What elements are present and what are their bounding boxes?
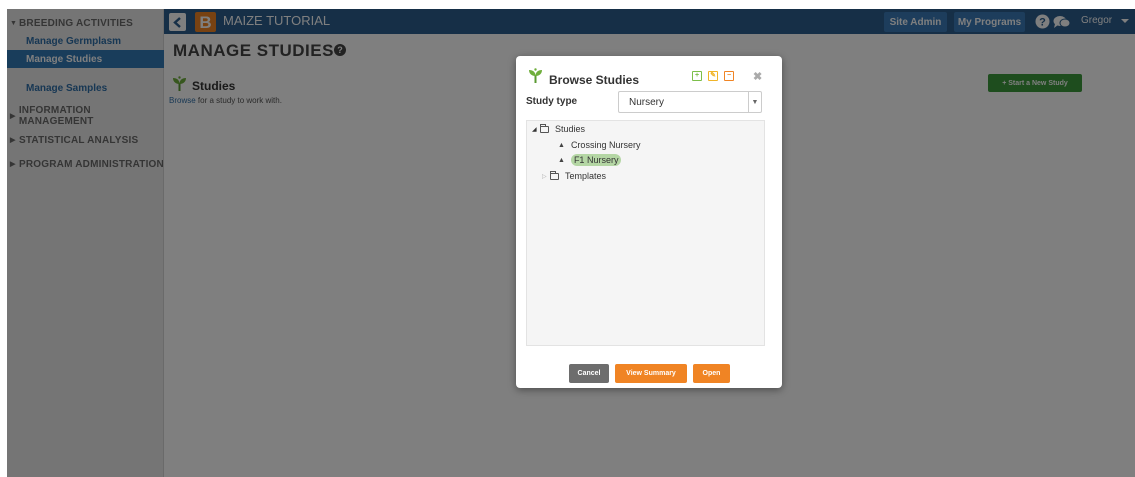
add-folder-icon[interactable]: + <box>692 71 702 81</box>
collapsed-arrow-icon[interactable]: ▷ <box>542 173 550 180</box>
view-summary-button[interactable]: View Summary <box>615 364 687 383</box>
app-root: ▼ BREEDING ACTIVITIES Manage Germplasm M… <box>0 0 1135 477</box>
tree-node-label: F1 Nursery <box>570 154 622 166</box>
study-icon: ▲ <box>558 156 565 164</box>
folder-icon <box>550 170 559 180</box>
open-label: Open <box>702 370 721 377</box>
expanded-arrow-icon[interactable]: ◢ <box>532 126 540 133</box>
study-tree: ◢ Studies ▲ Crossing Nursery ▲ F1 Nurser… <box>526 120 765 346</box>
cancel-button[interactable]: Cancel <box>569 364 609 383</box>
tree-node-templates[interactable]: ▷ Templates <box>542 169 606 183</box>
cancel-label: Cancel <box>577 370 601 377</box>
delete-folder-icon[interactable]: − <box>724 71 734 81</box>
modal-folder-actions: + ✎ − <box>692 71 734 81</box>
chevron-down-icon: ▼ <box>748 92 761 112</box>
study-type-select[interactable]: Nursery ▼ <box>618 91 762 113</box>
view-summary-label: View Summary <box>626 370 676 377</box>
tree-node-label: Crossing Nursery <box>570 140 641 150</box>
folder-icon <box>540 123 549 133</box>
plant-icon <box>529 68 542 83</box>
study-type-value: Nursery <box>629 96 665 108</box>
tree-node-studies[interactable]: ◢ Studies <box>532 122 585 136</box>
tree-node-label: Studies <box>555 124 586 134</box>
modal-title: Browse Studies <box>549 73 640 87</box>
study-type-label: Study type <box>526 96 578 107</box>
rename-folder-icon[interactable]: ✎ <box>708 71 718 81</box>
tree-node-crossing-nursery[interactable]: ▲ Crossing Nursery <box>558 138 640 152</box>
study-icon: ▲ <box>558 141 565 149</box>
tree-node-label: Templates <box>565 171 607 181</box>
browse-studies-modal: Browse Studies + ✎ − ✖ Study type Nurser… <box>516 56 782 388</box>
open-button[interactable]: Open <box>693 364 730 383</box>
close-icon[interactable]: ✖ <box>753 70 762 83</box>
tree-node-f1-nursery[interactable]: ▲ F1 Nursery <box>558 153 622 167</box>
